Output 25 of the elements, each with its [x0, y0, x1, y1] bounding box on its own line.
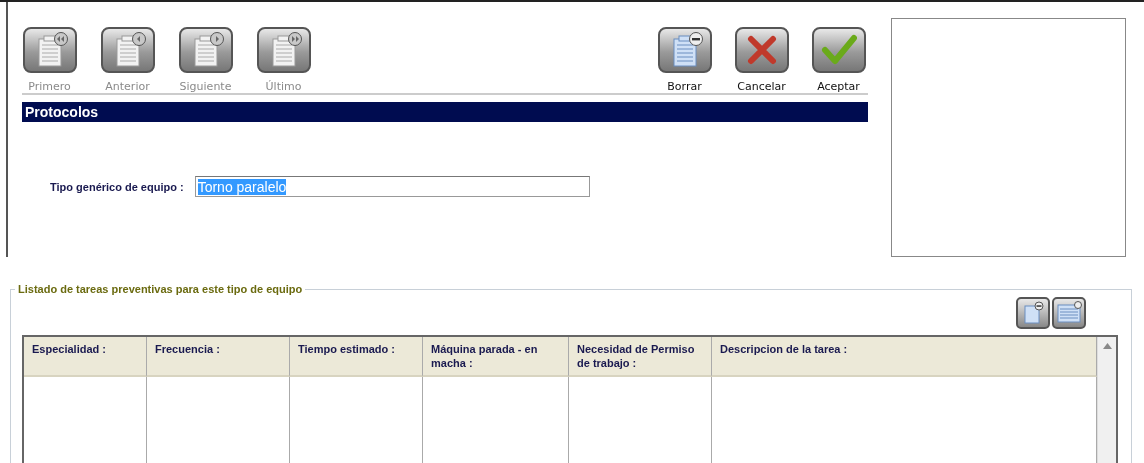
column-header[interactable]: Máquina parada - en macha : — [423, 337, 569, 377]
check-icon — [811, 27, 866, 73]
field-label: Tipo genérico de equipo : — [50, 180, 184, 193]
toolbar-button[interactable] — [1016, 297, 1050, 329]
document-icon — [178, 27, 233, 73]
column-header[interactable]: Frecuencia : — [147, 337, 290, 377]
document-icon — [22, 27, 77, 73]
document-icon — [256, 27, 311, 73]
toolbar-button[interactable] — [1052, 297, 1086, 329]
column-header[interactable]: Descripcion de la tarea : — [712, 337, 1097, 377]
list-icon — [1055, 301, 1083, 325]
toolbar-button[interactable]: Cancelar — [734, 27, 789, 93]
document-icon — [1021, 301, 1045, 325]
cross-icon — [734, 27, 789, 73]
column-header[interactable]: Tiempo estimado : — [290, 337, 423, 377]
document-icon — [100, 27, 155, 73]
scrollbar[interactable] — [1097, 337, 1116, 463]
section-title: Protocolos — [22, 102, 868, 122]
column-header[interactable]: Necesidad de Permiso de trabajo : — [569, 337, 712, 377]
toolbar-button[interactable]: Aceptar — [811, 27, 866, 93]
scroll-up-icon[interactable] — [1102, 343, 1112, 349]
document-icon — [657, 27, 712, 73]
group-legend: Listado de tareas preventivas para este tipo de equipo — [15, 283, 306, 295]
column-header[interactable]: Especialidad : — [24, 337, 147, 377]
toolbar-button[interactable]: Borrar — [657, 27, 712, 93]
